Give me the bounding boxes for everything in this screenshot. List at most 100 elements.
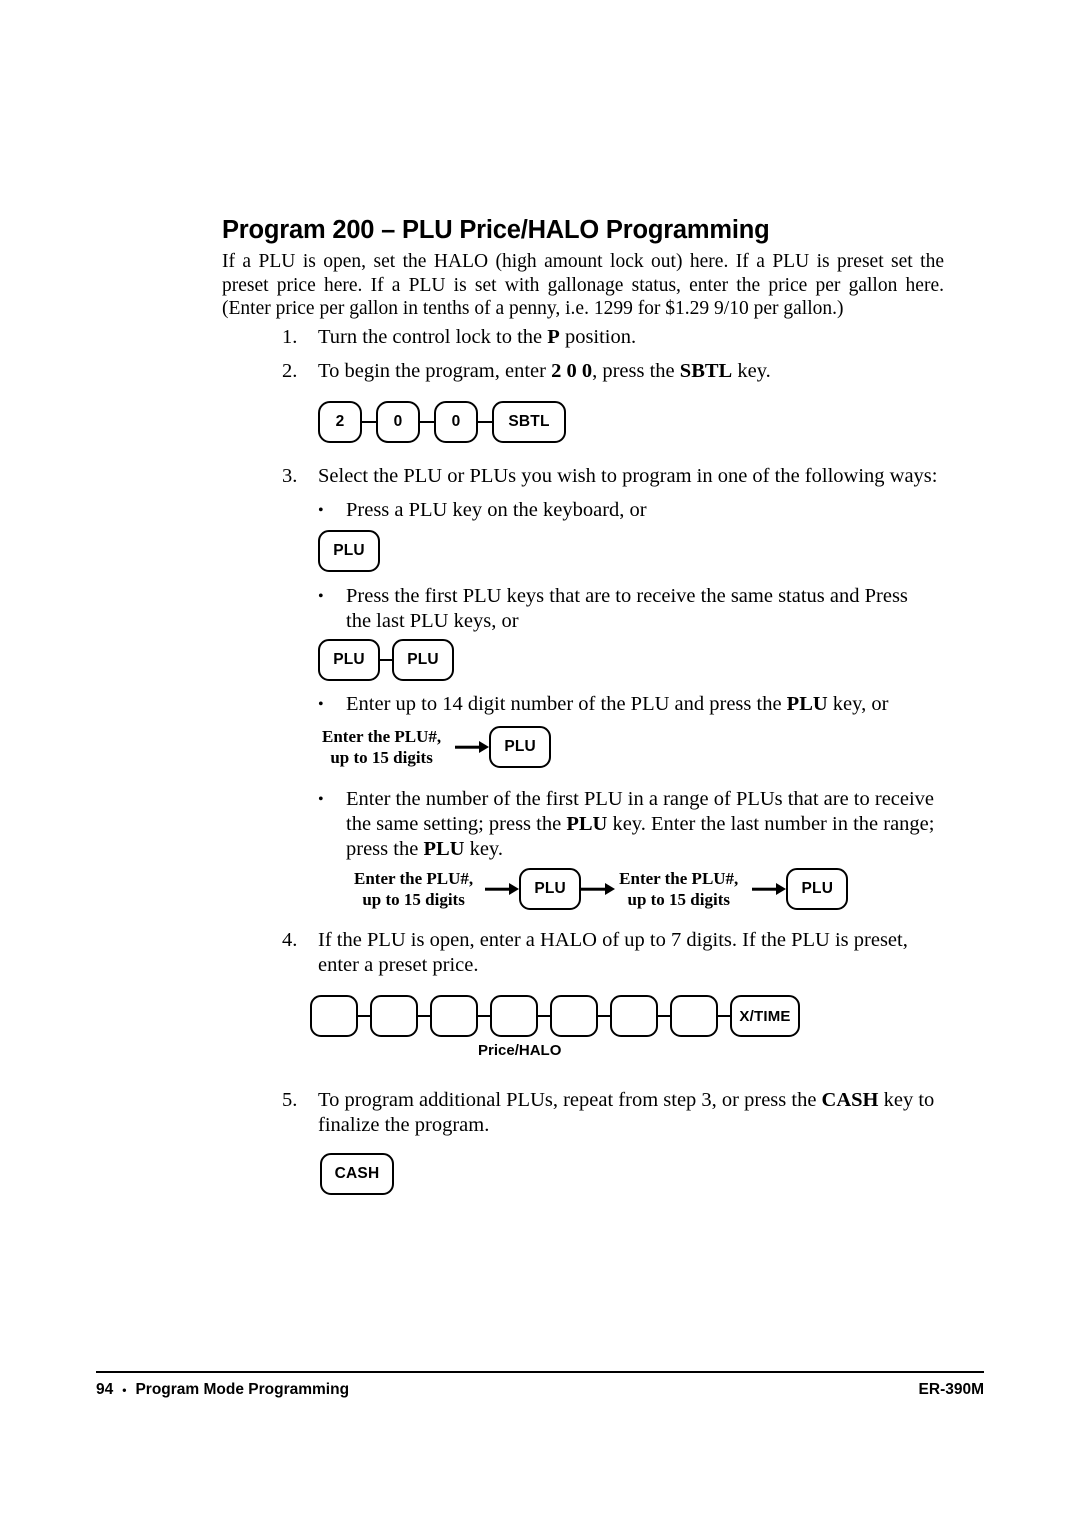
- price-halo-caption: Price/HALO: [478, 1042, 562, 1059]
- key-cash[interactable]: CASH: [320, 1153, 394, 1195]
- key-2[interactable]: 2: [318, 401, 362, 443]
- bullet-2-text: Press the first PLU keys that are to rec…: [346, 585, 908, 632]
- step-1-text: Turn the control lock to the P position.: [318, 325, 942, 350]
- diagram-sbtl-sequence: 2 0 0 SBTL: [318, 401, 566, 443]
- step-5-number: 5.: [282, 1089, 298, 1111]
- footer-page-number: 94: [96, 1381, 114, 1398]
- key-plu-first[interactable]: PLU: [318, 639, 380, 681]
- key-connector: [658, 1014, 670, 1018]
- bullet-3-bold: PLU: [786, 693, 828, 715]
- key-digit-2[interactable]: [370, 995, 418, 1037]
- step-2-bold-200: 2 0 0: [551, 360, 593, 382]
- key-connector: [380, 658, 392, 662]
- bullet-3-post: key, or: [827, 693, 889, 715]
- key-connector: [358, 1014, 370, 1018]
- plu-range-label-first-line1: Enter the PLU#,: [354, 869, 474, 888]
- key-plu-last[interactable]: PLU: [392, 639, 454, 681]
- step-1-pre: Turn the control lock to the: [318, 326, 548, 348]
- step-2-number: 2.: [282, 360, 298, 382]
- step-2-pre: To begin the program, enter: [318, 360, 552, 382]
- plu-range-label-first-line2: up to 15 digits: [362, 890, 465, 909]
- bullet-marker: •: [318, 588, 324, 605]
- step-5: 5. To program additional PLUs, repeat fr…: [282, 1088, 947, 1138]
- step-2-mid: , press the: [592, 360, 680, 382]
- diagram-single-plu: PLU: [318, 530, 380, 572]
- footer-model-number: ER-390M: [918, 1381, 984, 1398]
- key-digit-1[interactable]: [310, 995, 358, 1037]
- bullet-4-bold-2: PLU: [423, 838, 465, 860]
- plu-entry-label-line2: up to 15 digits: [330, 748, 433, 767]
- key-0-a[interactable]: 0: [376, 401, 420, 443]
- diagram-plu-range-entry: Enter the PLU#, up to 15 digits PLU Ente…: [354, 868, 849, 910]
- step-2: 2. To begin the program, enter 2 0 0, pr…: [282, 359, 942, 384]
- step-5-text: To program additional PLUs, repeat from …: [318, 1088, 947, 1138]
- key-digit-4[interactable]: [490, 995, 538, 1037]
- arrow-right-icon: [485, 883, 519, 895]
- bullet-3-pre: Enter up to 14 digit number of the PLU a…: [346, 693, 787, 715]
- key-connector: [478, 1014, 490, 1018]
- bullet-4-bold-1: PLU: [566, 813, 608, 835]
- key-digit-5[interactable]: [550, 995, 598, 1037]
- step-3-text: Select the PLU or PLUs you wish to progr…: [318, 465, 938, 487]
- intro-paragraph: If a PLU is open, set the HALO (high amo…: [222, 251, 944, 319]
- bullet-press-plu-key: • Press a PLU key on the keyboard, or: [318, 498, 938, 523]
- bullet-3-text: Enter up to 14 digit number of the PLU a…: [346, 692, 943, 717]
- step-1-number: 1.: [282, 326, 298, 348]
- plu-range-label-last-line1: Enter the PLU#,: [619, 869, 739, 888]
- arrow-right-icon: [752, 883, 786, 895]
- bullet-1-text: Press a PLU key on the keyboard, or: [346, 499, 647, 521]
- bullet-marker: •: [318, 791, 324, 808]
- step-4-text: If the PLU is open, enter a HALO of up t…: [318, 929, 908, 976]
- footer-left: 94 • Program Mode Programming: [96, 1381, 349, 1399]
- key-connector: [538, 1014, 550, 1018]
- key-plu[interactable]: PLU: [318, 530, 380, 572]
- key-digit-6[interactable]: [610, 995, 658, 1037]
- plu-range-label-first: Enter the PLU#, up to 15 digits: [354, 868, 473, 910]
- bullet-marker: •: [318, 696, 324, 713]
- step-1-post: position.: [559, 326, 637, 348]
- step-4: 4. If the PLU is open, enter a HALO of u…: [282, 928, 947, 978]
- diagram-double-plu: PLU PLU: [318, 639, 454, 681]
- step-1-bold: P: [547, 326, 560, 348]
- key-connector: [718, 1014, 730, 1018]
- step-1: 1. Turn the control lock to the P positi…: [282, 325, 942, 350]
- bullet-enter-plu-range: • Enter the number of the first PLU in a…: [318, 787, 943, 862]
- step-3: 3. Select the PLU or PLUs you wish to pr…: [282, 464, 947, 489]
- document-page: Program 200 – PLU Price/HALO Programming…: [0, 0, 1080, 1528]
- page-title: Program 200 – PLU Price/HALO Programming: [222, 216, 770, 244]
- footer-separator-dot: •: [122, 1383, 127, 1397]
- key-connector: [418, 1014, 430, 1018]
- plu-entry-label: Enter the PLU#, up to 15 digits: [322, 726, 441, 768]
- bullet-4-text: Enter the number of the first PLU in a r…: [346, 787, 943, 862]
- bullet-press-first-last-plu: • Press the first PLU keys that are to r…: [318, 584, 938, 634]
- key-digit-7[interactable]: [670, 995, 718, 1037]
- plu-entry-label-line1: Enter the PLU#,: [322, 727, 442, 746]
- arrow-right-icon: [455, 741, 489, 753]
- plu-range-label-last: Enter the PLU#, up to 15 digits: [619, 868, 738, 910]
- bullet-4-post: key.: [464, 838, 503, 860]
- key-xtime[interactable]: X/TIME: [730, 995, 800, 1037]
- key-plu-range-start[interactable]: PLU: [519, 868, 582, 910]
- step-2-text: To begin the program, enter 2 0 0, press…: [318, 359, 942, 384]
- step-5-bold: CASH: [821, 1089, 879, 1111]
- step-5-pre: To program additional PLUs, repeat from …: [318, 1089, 822, 1111]
- arrow-right-icon: [581, 883, 615, 895]
- step-2-post: key.: [732, 360, 771, 382]
- bullet-enter-plu-number: • Enter up to 14 digit number of the PLU…: [318, 692, 943, 717]
- diagram-price-halo: X/TIME: [310, 995, 800, 1037]
- step-4-number: 4.: [282, 929, 298, 951]
- step-2-bold-sbtl: SBTL: [679, 360, 733, 382]
- bullet-marker: •: [318, 502, 324, 519]
- plu-range-label-last-line2: up to 15 digits: [627, 890, 730, 909]
- key-digit-3[interactable]: [430, 995, 478, 1037]
- footer-divider: [96, 1371, 984, 1374]
- diagram-plu-number-entry: Enter the PLU#, up to 15 digits PLU: [322, 726, 552, 768]
- key-sbtl[interactable]: SBTL: [492, 401, 566, 443]
- diagram-cash-key: CASH: [320, 1153, 394, 1195]
- key-connector: [362, 420, 376, 424]
- key-plu[interactable]: PLU: [489, 726, 552, 768]
- key-plu-range-end[interactable]: PLU: [786, 868, 849, 910]
- step-3-number: 3.: [282, 465, 298, 487]
- key-0-b[interactable]: 0: [434, 401, 478, 443]
- key-connector: [420, 420, 434, 424]
